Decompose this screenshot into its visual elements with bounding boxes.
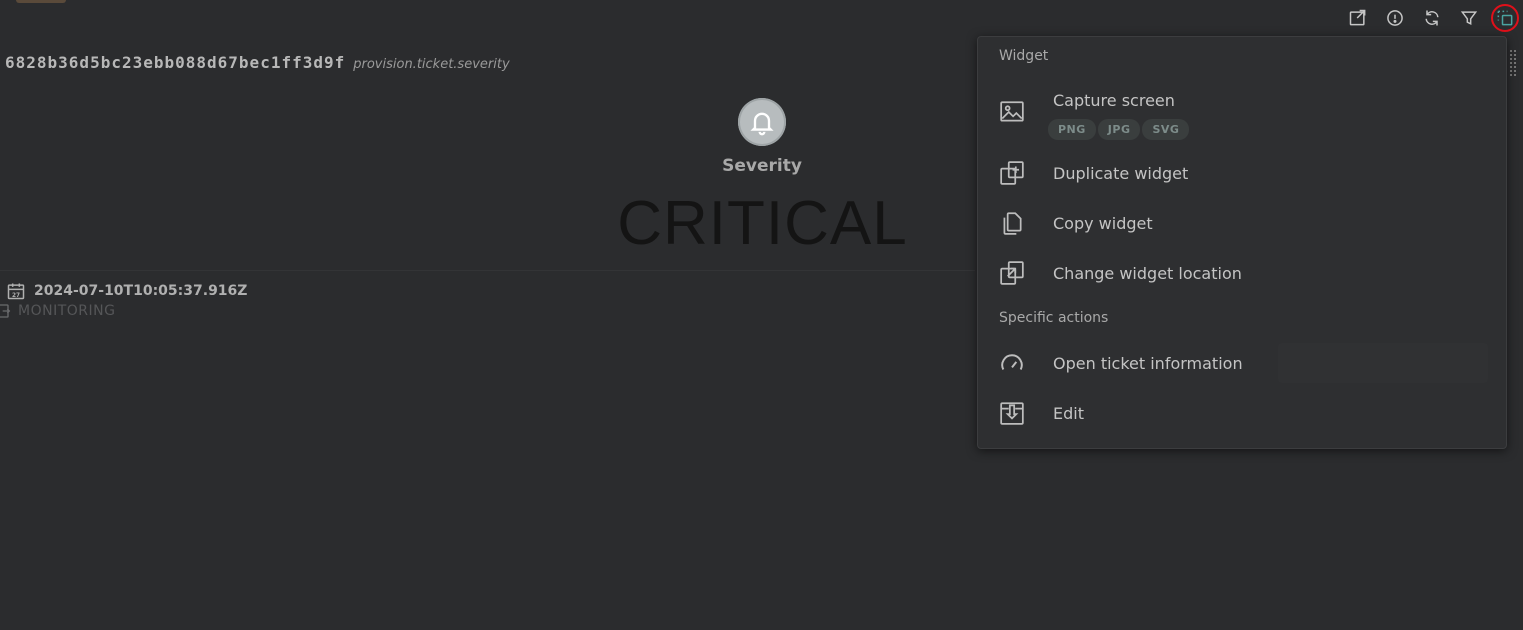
section-divider <box>0 270 975 271</box>
edit-icon <box>999 400 1025 426</box>
menu-item-capture-screen[interactable]: Capture screen PNG JPG SVG <box>978 88 1506 146</box>
move-location-icon <box>999 260 1025 286</box>
format-jpg-chip[interactable]: JPG <box>1097 119 1141 140</box>
ticket-date-value: 2024-07-10T10:05:37.916Z <box>34 283 248 299</box>
filter-button[interactable] <box>1454 5 1484 31</box>
calendar-icon: 27 <box>7 283 25 300</box>
capture-formats: PNG JPG SVG <box>1048 119 1191 140</box>
menu-item-duplicate-widget[interactable]: Duplicate widget <box>978 153 1506 193</box>
menu-section-specific-actions: Specific actions <box>999 310 1109 326</box>
svg-text:27: 27 <box>12 293 20 299</box>
info-icon <box>1387 10 1403 26</box>
export-icon <box>1349 9 1366 26</box>
image-icon <box>999 99 1025 125</box>
menu-item-change-widget-location[interactable]: Change widget location <box>978 253 1506 293</box>
widget-toolbar <box>1336 4 1519 32</box>
ticket-header: 6828b36d5bc23ebb088d67bec1ff3d9f provisi… <box>5 53 510 72</box>
bell-icon <box>750 112 774 136</box>
refresh-button[interactable] <box>1417 5 1447 31</box>
gauge-icon <box>999 350 1025 376</box>
severity-label: Severity <box>722 156 802 176</box>
filter-icon <box>1460 11 1478 26</box>
refresh-icon <box>1425 10 1439 26</box>
menu-item-hover-highlight <box>1278 343 1488 383</box>
ticket-field-path: provision.ticket.severity <box>353 57 510 72</box>
menu-item-copy-widget[interactable]: Copy widget <box>978 203 1506 243</box>
ticket-status: MONITORING <box>0 303 115 319</box>
status-icon <box>0 304 11 318</box>
copy-widget-label: Copy widget <box>1053 213 1153 233</box>
ticket-id: 6828b36d5bc23ebb088d67bec1ff3d9f <box>5 53 346 72</box>
open-ticket-information-label: Open ticket information <box>1053 353 1243 373</box>
menu-item-edit[interactable]: Edit <box>978 393 1506 433</box>
ticket-date: 27 2024-07-10T10:05:37.916Z <box>6 281 247 301</box>
edit-label: Edit <box>1053 403 1084 423</box>
widget-context-menu: Widget Capture screen PNG JPG SVG Duplic… <box>977 36 1507 449</box>
menu-section-widget: Widget <box>999 48 1049 64</box>
format-png-chip[interactable]: PNG <box>1048 119 1096 140</box>
info-button[interactable] <box>1380 5 1410 31</box>
ticket-status-value: MONITORING <box>18 303 116 319</box>
widget-menu-icon <box>1497 10 1513 26</box>
widget-menu-button[interactable] <box>1491 4 1519 32</box>
top-left-tab-edge <box>16 0 66 3</box>
format-svg-chip[interactable]: SVG <box>1142 119 1190 140</box>
capture-screen-label: Capture screen <box>1053 91 1175 110</box>
severity-badge <box>738 98 786 146</box>
duplicate-widget-label: Duplicate widget <box>1053 163 1189 183</box>
resize-handle[interactable] <box>1510 50 1516 76</box>
export-button[interactable] <box>1343 5 1373 31</box>
duplicate-icon <box>999 160 1025 186</box>
severity-value: CRITICAL <box>617 189 908 258</box>
menu-item-open-ticket-information[interactable]: Open ticket information <box>978 343 1506 383</box>
copy-icon <box>999 210 1025 236</box>
app-root: 6828b36d5bc23ebb088d67bec1ff3d9f provisi… <box>0 0 1523 630</box>
change-widget-location-label: Change widget location <box>1053 263 1242 283</box>
